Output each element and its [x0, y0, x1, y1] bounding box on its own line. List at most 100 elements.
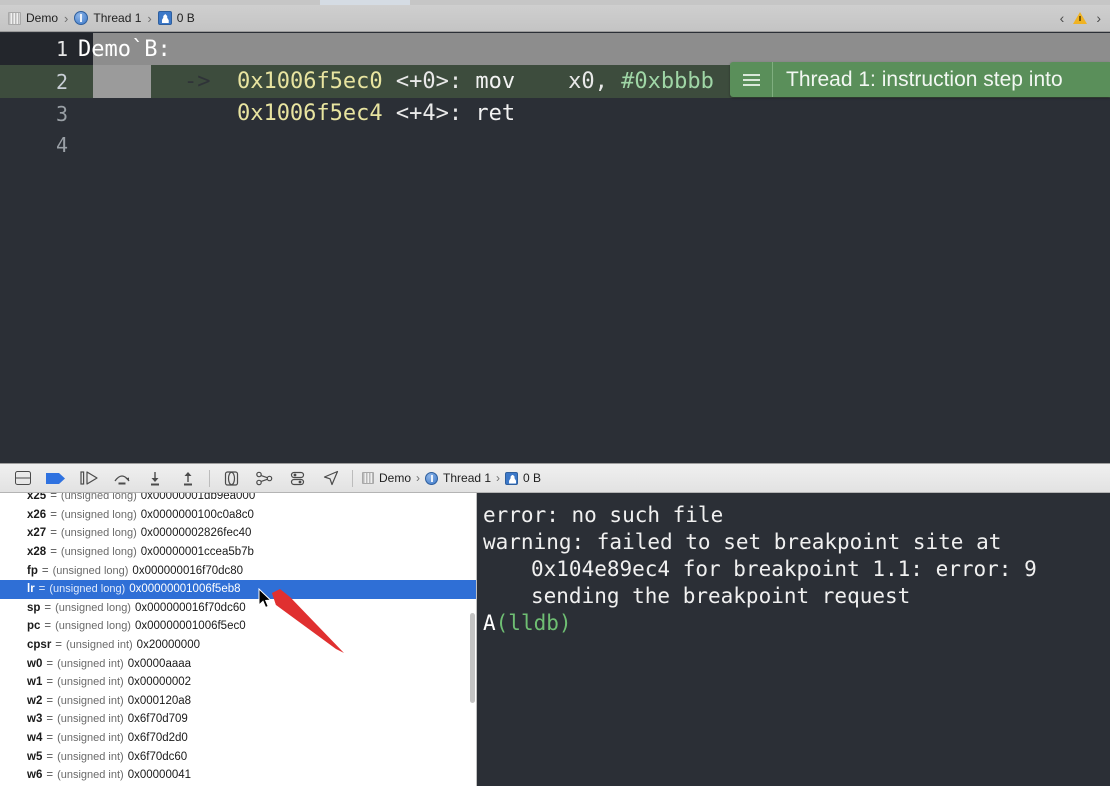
warning-triangle-icon[interactable] [1073, 12, 1088, 24]
variable-type: (unsigned long) [60, 546, 137, 559]
variable-name: pc [27, 620, 41, 633]
variable-row[interactable]: x25 = (unsigned long) 0x00000001db9ea000 [0, 493, 476, 506]
debugbar-breadcrumb-item-frame[interactable]: 0 B [505, 471, 541, 485]
breadcrumb-item-project[interactable]: Demo [8, 11, 58, 25]
hide-debug-area-button[interactable] [6, 466, 39, 490]
variable-value: 0x00000001006f5ec0 [134, 620, 246, 633]
variable-equals: = [46, 769, 54, 782]
variable-equals: = [44, 620, 52, 633]
variable-name: w5 [27, 750, 43, 763]
variable-row-selected[interactable]: lr = (unsigned long) 0x00000001006f5eb8 [0, 579, 476, 599]
variable-row[interactable]: w6 = (unsigned int) 0x00000041 [0, 766, 476, 785]
breakpoints-toggle-button[interactable] [39, 466, 72, 490]
breadcrumb-label-project: Demo [26, 11, 59, 25]
debugbar-breadcrumb-item-project[interactable]: Demo [362, 471, 411, 485]
variable-equals: = [55, 639, 63, 652]
instruction-operand-immediate: #0xbbbb [621, 69, 714, 94]
disassembly-editor[interactable]: 1 Demo`B: 2 -> 0x1006f5ec0 <+0>: mov x0,… [0, 33, 1110, 461]
variable-type: (unsigned long) [55, 601, 131, 614]
variable-row[interactable]: pc = (unsigned long) 0x00000001006f5ec0 [0, 617, 476, 636]
variable-row[interactable]: w0 = (unsigned int) 0x0000aaaa [0, 654, 476, 673]
debug-view-hierarchy-button[interactable] [215, 466, 248, 490]
console-prompt-line[interactable]: A(lldb) [483, 610, 1110, 637]
instruction-operand-register: x0, [568, 69, 608, 94]
variables-view[interactable]: x25 = (unsigned long) 0x00000001db9ea000 x26… [0, 493, 477, 786]
toolbar-divider [209, 469, 210, 487]
variable-value: 0x0000000100c0a8c0 [140, 508, 254, 521]
breadcrumb-item-thread[interactable]: Thread 1 [74, 11, 141, 25]
variable-value: 0x000000016f70dc80 [132, 564, 244, 577]
previous-issue-button[interactable]: ‹ [1060, 11, 1065, 25]
variable-value: 0x000120a8 [127, 694, 192, 707]
line-number: 1 [0, 37, 78, 61]
step-into-button[interactable] [138, 466, 171, 490]
variable-equals: = [38, 583, 46, 596]
debug-area: x25 = (unsigned long) 0x00000001db9ea000 x26… [0, 493, 1110, 786]
thread-icon [74, 11, 89, 25]
variable-row[interactable]: w5 = (unsigned int) 0x6f70dc60 [0, 747, 476, 766]
variable-equals: = [50, 546, 57, 559]
simulate-location-button[interactable] [314, 466, 347, 490]
step-over-button[interactable] [105, 466, 138, 490]
variable-type: (unsigned int) [57, 694, 124, 707]
variable-row[interactable]: w2 = (unsigned int) 0x000120a8 [0, 692, 476, 711]
breadcrumb-separator: › [64, 10, 69, 26]
variable-row[interactable]: cpsr = (unsigned int) 0x20000000 [0, 636, 476, 655]
continue-button[interactable] [72, 466, 105, 490]
scrollbar-thumb[interactable] [470, 613, 475, 703]
variable-row[interactable]: w4 = (unsigned int) 0x6f70d2d0 [0, 729, 476, 748]
line-number: 4 [55, 132, 68, 157]
variable-type: (unsigned int) [57, 713, 124, 726]
variable-value: 0x00000002 [127, 676, 192, 689]
breadcrumb-item-frame[interactable]: 0 B [157, 11, 195, 25]
variable-type: (unsigned long) [60, 527, 137, 540]
variable-row[interactable]: x26 = (unsigned long) 0x0000000100c0a8c0 [0, 506, 476, 525]
variable-value: 0x000000016f70dc60 [134, 601, 246, 614]
variable-name: sp [27, 601, 41, 614]
step-out-button[interactable] [171, 466, 204, 490]
debug-toolbar: Demo › Thread 1 › 0 B [0, 463, 1110, 493]
variable-equals: = [50, 527, 57, 540]
variable-row[interactable]: x28 = (unsigned long) 0x00000001ccea5b7b [0, 543, 476, 562]
variable-name: w1 [27, 676, 43, 689]
variable-type: (unsigned long) [55, 620, 131, 633]
console-output[interactable]: error: no such file warning: failed to se… [477, 493, 1110, 786]
variable-name: x27 [27, 527, 47, 540]
variable-row[interactable]: sp = (unsigned long) 0x000000016f70dc60 [0, 599, 476, 618]
variable-equals: = [50, 508, 57, 521]
variable-row[interactable]: w3 = (unsigned int) 0x6f70d709 [0, 710, 476, 729]
variable-row[interactable]: fp = (unsigned long) 0x000000016f70dc80 [0, 561, 476, 580]
variable-type: (unsigned int) [57, 732, 124, 745]
breadcrumb-separator: › [416, 471, 421, 485]
debugger-window: Demo › Thread 1 › 0 B ‹ › 1 Demo`B: 2 ->… [0, 0, 1110, 786]
variable-equals: = [44, 601, 52, 614]
variable-type: (unsigned long) [49, 583, 126, 596]
variable-equals: = [46, 732, 54, 745]
debugbar-breadcrumb-item-thread[interactable]: Thread 1 [425, 471, 491, 485]
variable-type: (unsigned int) [57, 676, 124, 689]
variable-type: (unsigned int) [57, 750, 124, 763]
breadcrumb-separator: › [496, 471, 501, 485]
console-prompt: (lldb) [495, 611, 572, 635]
console-line: sending the breakpoint request [531, 584, 911, 608]
memory-graph-button[interactable] [248, 466, 281, 490]
variable-row[interactable]: x27 = (unsigned long) 0x00000002826fec40 [0, 524, 476, 543]
thread-state-banner[interactable]: Thread 1: instruction step into [730, 62, 1110, 97]
variable-value: 0x00000002826fec40 [140, 527, 252, 540]
next-issue-button[interactable]: › [1096, 11, 1101, 25]
variable-value: 0x00000001db9ea000 [140, 493, 256, 503]
variable-name: w3 [27, 713, 43, 726]
variables-scrollbar[interactable] [470, 493, 475, 786]
variable-value: 0x20000000 [136, 639, 200, 652]
console-line: error: no such file [483, 503, 724, 527]
variable-row[interactable]: w1 = (unsigned int) 0x00000002 [0, 673, 476, 692]
variable-name: w2 [27, 694, 43, 707]
breadcrumb-separator: › [147, 10, 152, 26]
variable-name: fp [27, 564, 38, 577]
variable-name: cpsr [27, 639, 52, 652]
variable-value: 0x6f70d709 [127, 713, 188, 726]
variable-value: 0x00000041 [127, 769, 192, 782]
debug-gauges-button[interactable] [281, 466, 314, 490]
banner-grip-icon[interactable] [730, 62, 773, 97]
debugbar-breadcrumb-label-project: Demo [379, 471, 412, 485]
